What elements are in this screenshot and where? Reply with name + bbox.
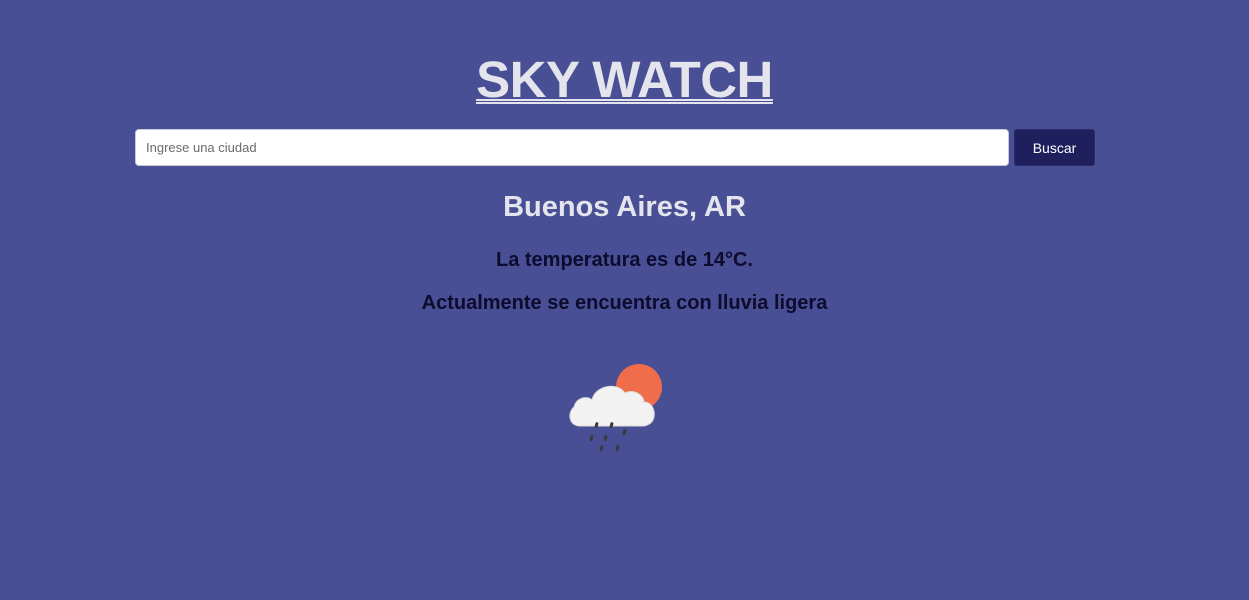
cloud-sun-rain-icon	[569, 364, 662, 452]
weather-description: Actualmente se encuentra con lluvia lige…	[421, 292, 828, 314]
search-button[interactable]: Buscar	[1014, 129, 1095, 166]
app-title: SKY WATCH	[476, 51, 773, 108]
temperature-text: La temperatura es de 14°C.	[496, 249, 753, 271]
city-name: Buenos Aires, AR	[503, 191, 746, 223]
search-bar: Buscar	[135, 129, 1095, 166]
city-search-input[interactable]	[135, 129, 1009, 166]
weather-app: SKY WATCH Buscar Buenos Aires, AR La tem…	[0, 0, 1249, 600]
